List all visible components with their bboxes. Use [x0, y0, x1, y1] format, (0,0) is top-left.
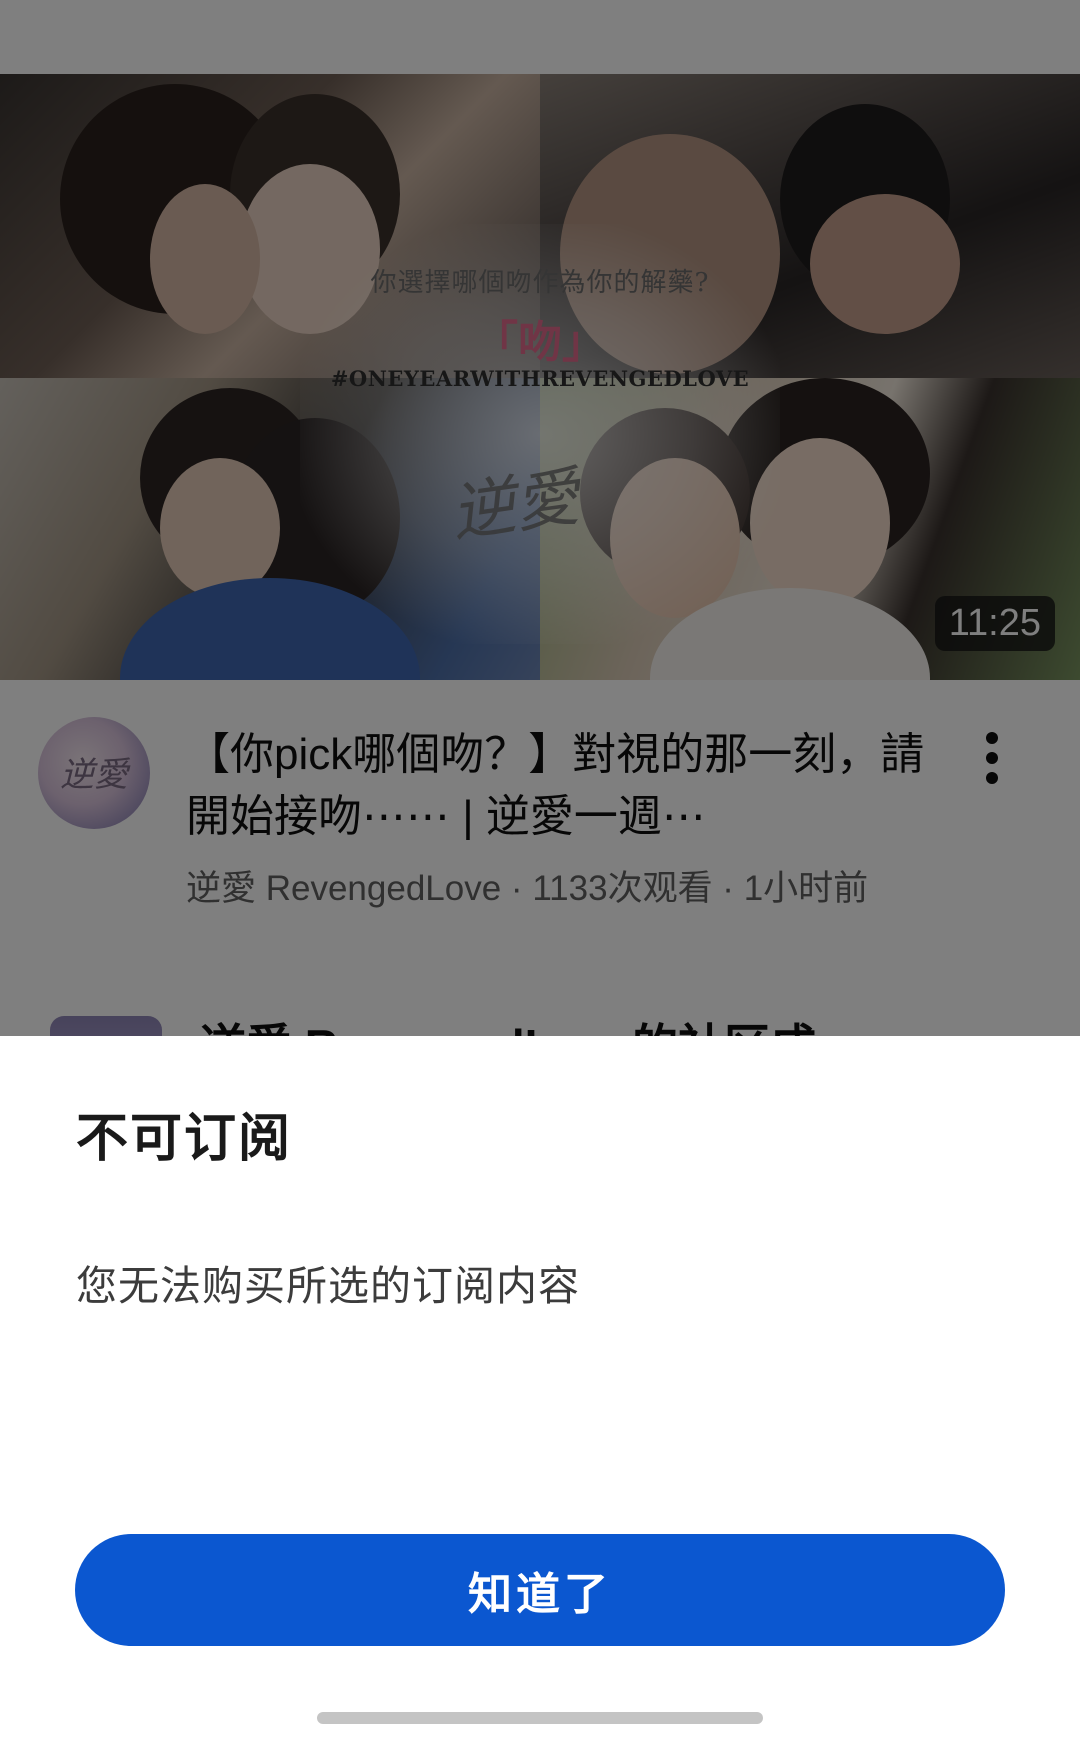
screen: 你選擇哪個吻作為你的解藥? 「吻」 #ONEYEARWITHREVENGEDLO…	[0, 0, 1080, 1744]
home-indicator[interactable]	[317, 1712, 763, 1724]
background-app: 你選擇哪個吻作為你的解藥? 「吻」 #ONEYEARWITHREVENGEDLO…	[0, 0, 1080, 1076]
modal-scrim[interactable]	[0, 0, 1080, 1036]
got-it-button[interactable]: 知道了	[75, 1534, 1005, 1646]
unavailable-subscription-dialog: 不可订阅 您无法购买所选的订阅内容 知道了	[0, 1036, 1080, 1744]
dialog-title: 不可订阅	[76, 1110, 293, 1168]
dialog-message: 您无法购买所选的订阅内容	[76, 1263, 580, 1309]
